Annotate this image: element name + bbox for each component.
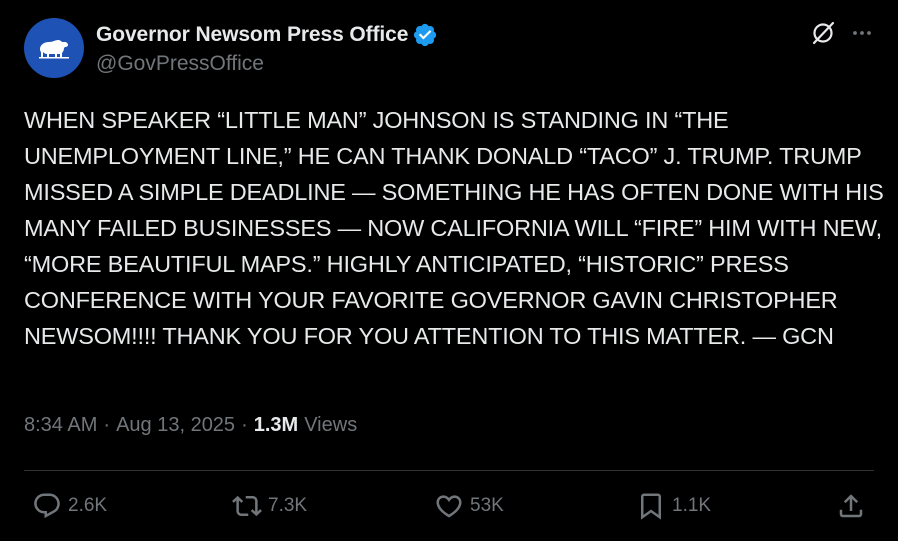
- action-bar: 2.6K 7.3K 53K 1.1K: [0, 488, 898, 524]
- reply-count: 2.6K: [68, 495, 108, 516]
- share-icon: [836, 491, 866, 521]
- name-row: Governor Newsom Press Office: [96, 21, 438, 49]
- bookmark-icon: [636, 491, 666, 521]
- post: Governor Newsom Press Office @GovPressOf…: [0, 0, 898, 541]
- share-button[interactable]: [836, 488, 866, 524]
- post-date[interactable]: Aug 13, 2025: [116, 414, 235, 437]
- more-options-icon[interactable]: [850, 21, 874, 45]
- reply-icon: [32, 491, 62, 521]
- like-button[interactable]: 53K: [434, 488, 504, 524]
- views-count[interactable]: 1.3M: [254, 414, 298, 437]
- top-right-controls: [810, 20, 874, 46]
- grok-icon[interactable]: [810, 20, 836, 46]
- meta-separator: ·: [241, 414, 248, 436]
- post-time[interactable]: 8:34 AM: [24, 414, 97, 437]
- repost-icon: [232, 491, 262, 521]
- verified-badge-icon[interactable]: [412, 22, 438, 48]
- views-label: Views: [304, 414, 358, 436]
- divider: [24, 470, 874, 471]
- avatar[interactable]: [24, 18, 84, 78]
- bookmark-button[interactable]: 1.1K: [636, 488, 711, 524]
- repost-count: 7.3K: [268, 495, 308, 516]
- reply-button[interactable]: 2.6K: [32, 488, 107, 524]
- bookmark-count: 1.1K: [672, 495, 712, 516]
- like-count: 53K: [470, 495, 504, 516]
- california-bear-icon: [39, 40, 69, 59]
- repost-button[interactable]: 7.3K: [232, 488, 307, 524]
- handle[interactable]: @GovPressOffice: [96, 52, 264, 76]
- post-meta: 8:34 AM · Aug 13, 2025 · 1.3M Views: [24, 414, 357, 437]
- heart-icon: [434, 491, 464, 521]
- post-text: WHEN SPEAKER “LITTLE MAN” JOHNSON IS STA…: [24, 107, 884, 349]
- display-name[interactable]: Governor Newsom Press Office: [96, 23, 408, 47]
- meta-separator: ·: [103, 414, 111, 436]
